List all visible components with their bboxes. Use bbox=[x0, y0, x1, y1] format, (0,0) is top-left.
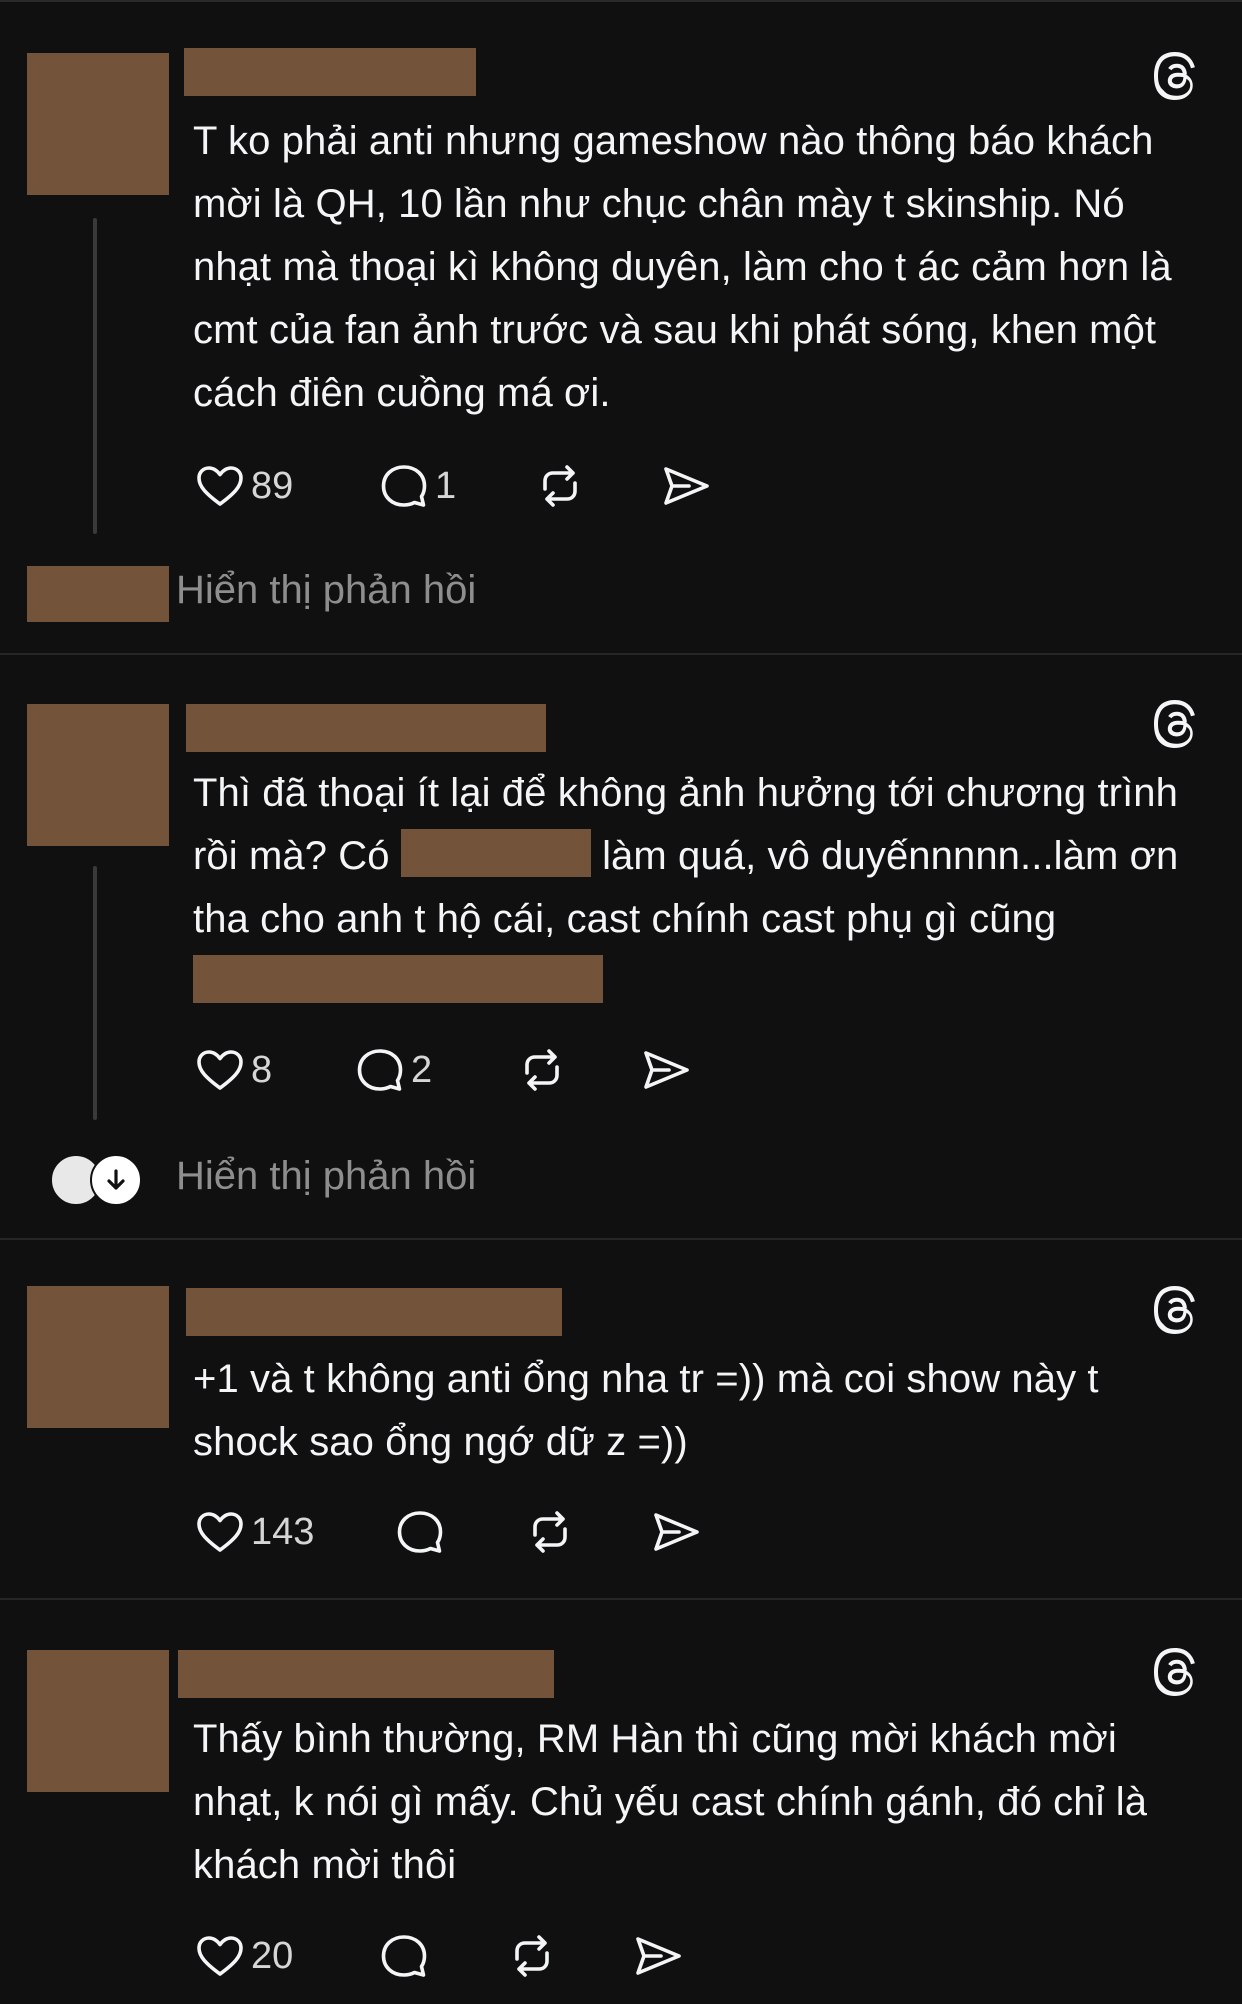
post-text: Thấy bình thường, RM Hàn thì cũng mời kh… bbox=[193, 1717, 1148, 1887]
repost-button[interactable] bbox=[515, 1040, 569, 1100]
show-replies-link[interactable]: Hiển thị phản hồi bbox=[176, 568, 476, 613]
arrow-down-icon bbox=[90, 1154, 142, 1206]
heart-icon bbox=[197, 1936, 243, 1976]
inline-redaction bbox=[193, 955, 603, 1003]
thread-line bbox=[93, 218, 97, 534]
like-button[interactable]: 89 bbox=[193, 456, 293, 516]
top-divider bbox=[0, 0, 1242, 2]
repost-button[interactable] bbox=[523, 1502, 577, 1562]
like-button[interactable]: 20 bbox=[193, 1926, 293, 1986]
like-count: 143 bbox=[251, 1510, 315, 1553]
reply-avatar-redacted bbox=[27, 566, 169, 622]
repost-icon bbox=[543, 465, 577, 507]
share-button[interactable] bbox=[631, 1926, 685, 1986]
threads-icon[interactable] bbox=[1154, 700, 1202, 748]
post-divider bbox=[0, 1598, 1242, 1600]
like-button[interactable]: 8 bbox=[193, 1040, 272, 1100]
like-button[interactable]: 143 bbox=[193, 1502, 314, 1562]
threads-icon[interactable] bbox=[1154, 1286, 1202, 1334]
reply-count: 2 bbox=[411, 1048, 433, 1091]
avatar-redacted[interactable] bbox=[27, 704, 169, 846]
username-redacted[interactable] bbox=[186, 1288, 562, 1336]
heart-icon bbox=[197, 466, 243, 506]
repost-icon bbox=[525, 1049, 559, 1091]
send-icon bbox=[636, 1937, 681, 1975]
repost-icon bbox=[533, 1511, 567, 1553]
post-divider bbox=[0, 1238, 1242, 1240]
share-button[interactable] bbox=[639, 1040, 693, 1100]
repost-button[interactable] bbox=[533, 456, 587, 516]
reply-button[interactable]: 2 bbox=[353, 1040, 432, 1100]
avatar-redacted[interactable] bbox=[27, 1650, 169, 1792]
username-redacted[interactable] bbox=[186, 704, 546, 752]
comment-icon bbox=[381, 1935, 427, 1977]
reply-button[interactable] bbox=[377, 1926, 431, 1986]
post-text: T ko phải anti nhưng gameshow nào thông … bbox=[193, 119, 1172, 415]
like-count: 89 bbox=[251, 464, 294, 507]
comment-icon bbox=[397, 1511, 443, 1553]
repost-icon bbox=[515, 1935, 549, 1977]
inline-redaction bbox=[400, 829, 591, 877]
repost-button[interactable] bbox=[505, 1926, 559, 1986]
avatar-redacted[interactable] bbox=[27, 53, 169, 195]
send-icon bbox=[644, 1051, 689, 1089]
reply-count: 1 bbox=[435, 464, 457, 507]
reply-avatars bbox=[50, 1150, 142, 1206]
heart-icon bbox=[197, 1050, 243, 1090]
send-icon bbox=[654, 1513, 699, 1551]
post-text: Thì đã thoại ít lại để không ảnh hưởng t… bbox=[193, 762, 1203, 1014]
threads-icon[interactable] bbox=[1154, 1648, 1202, 1696]
like-count: 20 bbox=[251, 1934, 294, 1977]
post-text: +1 và t không anti ổng nha tr =)) mà coi… bbox=[193, 1357, 1099, 1464]
reply-button[interactable] bbox=[393, 1502, 447, 1562]
heart-icon bbox=[197, 1512, 243, 1552]
username-redacted[interactable] bbox=[178, 1650, 554, 1698]
comment-icon bbox=[357, 1049, 403, 1091]
show-replies-link[interactable]: Hiển thị phản hồi bbox=[176, 1154, 476, 1199]
threads-icon[interactable] bbox=[1154, 52, 1202, 100]
reply-button[interactable]: 1 bbox=[377, 456, 456, 516]
share-button[interactable] bbox=[659, 456, 713, 516]
like-count: 8 bbox=[251, 1048, 273, 1091]
send-icon bbox=[664, 467, 709, 505]
post-divider bbox=[0, 653, 1242, 655]
avatar-redacted[interactable] bbox=[27, 1286, 169, 1428]
username-redacted[interactable] bbox=[184, 48, 476, 96]
comment-icon bbox=[381, 465, 427, 507]
share-button[interactable] bbox=[649, 1502, 703, 1562]
thread-line bbox=[93, 866, 97, 1120]
